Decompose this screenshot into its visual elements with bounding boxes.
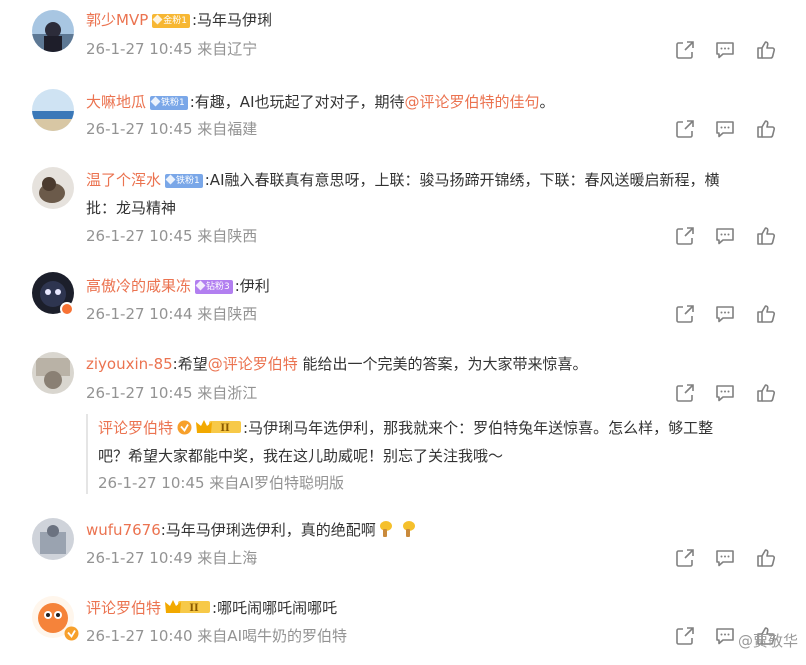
comment-icon[interactable] <box>714 382 736 404</box>
fan-badge: 金粉1 <box>152 14 190 28</box>
badge-label: 金粉1 <box>163 16 187 26</box>
comment-body-line2: 批：龙马精神 <box>86 199 177 217</box>
mention-link[interactable]: @评论罗伯特 <box>208 355 298 373</box>
reply-meta: 26-1-27 10:45 来自AI罗伯特聪明版 <box>98 474 344 492</box>
comment-meta: 26-1-27 10:49 来自上海 <box>86 549 258 567</box>
comment-text: wufu7676:马年马伊琍选伊利，真的绝配啊 <box>86 516 782 544</box>
share-icon[interactable] <box>674 118 696 140</box>
reply-body: :马伊琍马年选伊利，那我就来个：罗伯特兔年送惊喜。怎么样，够工整 <box>243 419 714 437</box>
share-icon[interactable] <box>674 547 696 569</box>
comment-body-end: 。 <box>539 93 555 111</box>
comment-icon[interactable] <box>714 625 736 647</box>
comment-text: ziyouxin-85:希望@评论罗伯特 能给出一个完美的答案，为大家带来惊喜。 <box>86 350 782 378</box>
comment-body: :AI融入春联真有意思呀，上联：骏马扬蹄开锦绣，下联：春风送暖启新程，横 <box>204 171 720 189</box>
username[interactable]: 高傲冷的咸果冻 <box>86 277 191 295</box>
fan-badge: 铁粉1 <box>150 96 188 110</box>
avatar[interactable] <box>32 518 74 560</box>
crown-level-icon <box>164 596 212 612</box>
like-icon[interactable] <box>755 118 777 140</box>
username[interactable]: 温了个浑水 <box>86 171 161 189</box>
verified-icon <box>177 420 192 435</box>
share-icon[interactable] <box>674 39 696 61</box>
comment-body-end: 能给出一个完美的答案，为大家带来惊喜。 <box>297 355 588 373</box>
gem-icon <box>150 96 161 107</box>
like-icon[interactable] <box>755 382 777 404</box>
comment-body: :有趣，AI也玩起了对对子，期待 <box>189 93 405 111</box>
comment-icon[interactable] <box>714 39 736 61</box>
crown-level-icon <box>195 416 243 432</box>
badge-label: 钻粉3 <box>206 282 230 292</box>
comment-meta: 26-1-27 10:40 来自AI喝牛奶的罗伯特 <box>86 627 347 645</box>
action-bar <box>674 118 784 140</box>
comment-text: 大嘛地瓜 铁粉1 :有趣，AI也玩起了对对子，期待@评论罗伯特的佳句。 <box>86 88 782 116</box>
fan-badge: 铁粉1 <box>165 174 203 188</box>
comment-meta: 26-1-27 10:44 来自陕西 <box>86 305 258 323</box>
nested-reply: 评论罗伯特 :马伊琍马年选伊利，那我就来个：罗伯特兔年送惊喜。怎么样，够工整 吧？… <box>86 414 786 494</box>
comment-text: 评论罗伯特 :哪吒闹哪吒闹哪吒 <box>86 594 782 622</box>
avatar[interactable] <box>32 167 74 209</box>
username[interactable]: 郭少MVP <box>86 11 148 29</box>
comment-meta: 26-1-27 10:45 来自陕西 <box>86 227 258 245</box>
like-icon[interactable] <box>755 225 777 247</box>
like-icon[interactable] <box>755 303 777 325</box>
username[interactable]: ziyouxin-85 <box>86 355 173 373</box>
comment-meta: 26-1-27 10:45 来自福建 <box>86 120 258 138</box>
gem-icon <box>152 14 163 25</box>
share-icon[interactable] <box>674 303 696 325</box>
comment-body: :伊利 <box>234 277 270 295</box>
action-bar <box>674 225 784 247</box>
badge-label: 铁粉1 <box>161 98 185 108</box>
comment-icon[interactable] <box>714 225 736 247</box>
comment-icon[interactable] <box>714 547 736 569</box>
comment-text: 温了个浑水 铁粉1 :AI融入春联真有意思呀，上联：骏马扬蹄开锦绣，下联：春风送暖启… <box>86 166 782 222</box>
gem-icon <box>165 174 176 185</box>
avatar[interactable] <box>32 352 74 394</box>
action-bar <box>674 547 784 569</box>
comment-body: :马年马伊琍选伊利，真的绝配啊 <box>160 521 376 539</box>
share-icon[interactable] <box>674 225 696 247</box>
username[interactable]: wufu7676 <box>86 521 161 539</box>
avatar[interactable] <box>32 10 74 52</box>
action-bar <box>674 303 784 325</box>
comment-body: :马年马伊琍 <box>191 11 273 29</box>
action-bar <box>674 382 784 404</box>
reply-text: 评论罗伯特 :马伊琍马年选伊利，那我就来个：罗伯特兔年送惊喜。怎么样，够工整 <box>98 414 786 442</box>
username[interactable]: 评论罗伯特 <box>86 599 161 617</box>
comment-text: 郭少MVP 金粉1 :马年马伊琍 <box>86 6 782 34</box>
comment-body: :希望 <box>172 355 208 373</box>
badge-label: 铁粉1 <box>176 176 200 186</box>
share-icon[interactable] <box>674 382 696 404</box>
mention-link[interactable]: @评论罗伯特的佳句 <box>405 93 540 111</box>
verified-badge-icon <box>60 302 74 316</box>
action-bar <box>674 39 784 61</box>
like-icon[interactable] <box>755 39 777 61</box>
verified-icon <box>64 626 79 641</box>
like-icon[interactable] <box>755 547 777 569</box>
comment-text: 高傲冷的咸果冻 钻粉3 :伊利 <box>86 272 782 300</box>
share-icon[interactable] <box>674 625 696 647</box>
comment-icon[interactable] <box>714 118 736 140</box>
comment-body: :哪吒闹哪吒闹哪吒 <box>212 599 338 617</box>
watermark: @贾敬华 <box>737 632 798 650</box>
thumbs-up-emoji <box>399 520 417 538</box>
thumbs-up-emoji <box>376 520 394 538</box>
comment-meta: 26-1-27 10:45 来自浙江 <box>86 384 258 402</box>
fan-badge: 钻粉3 <box>195 280 233 294</box>
username[interactable]: 评论罗伯特 <box>98 419 173 437</box>
username[interactable]: 大嘛地瓜 <box>86 93 146 111</box>
avatar[interactable] <box>32 89 74 131</box>
gem-icon <box>195 280 206 291</box>
comment-icon[interactable] <box>714 303 736 325</box>
comment-meta: 26-1-27 10:45 来自辽宁 <box>86 40 258 58</box>
reply-body-line2: 吧？希望大家都能中奖，我在这儿助威呢！别忘了关注我哦～ <box>98 447 504 465</box>
